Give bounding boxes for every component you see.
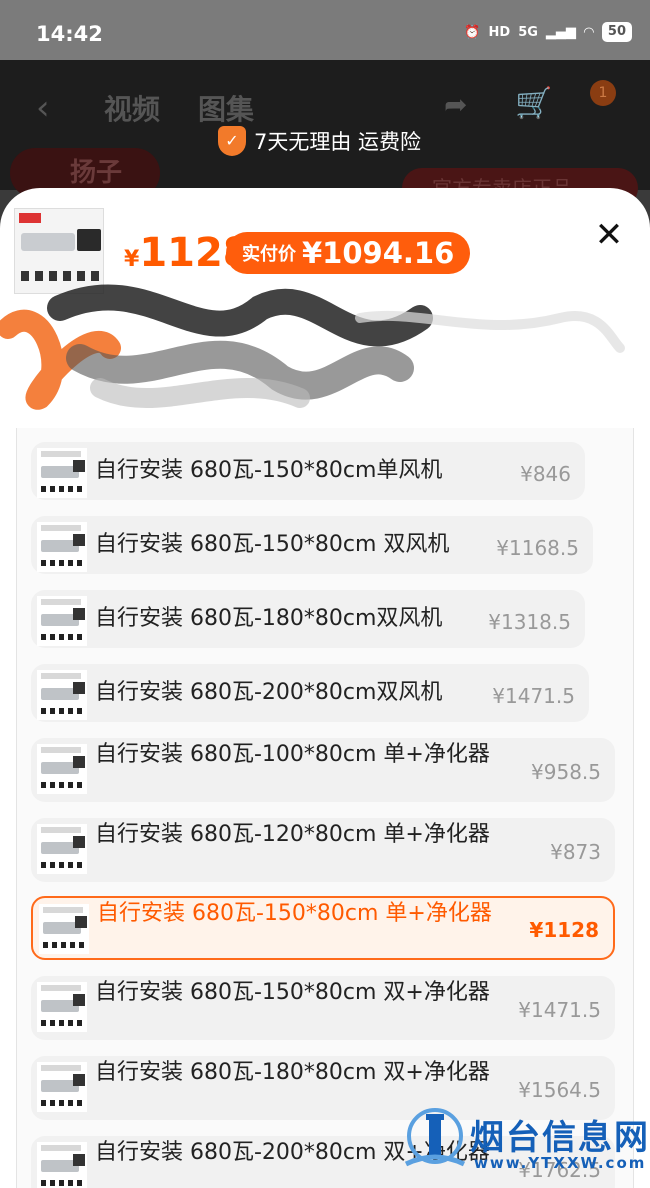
status-bar: 14:42 ⏰ HD 5G ▂▄▆ ◠ 50 — [0, 0, 650, 60]
option-label: 自行安装 680瓦-150*80cm单风机 — [95, 458, 443, 483]
watermark: 烟台信息网 www.YTXXW.com — [380, 1100, 650, 1188]
sku-option-list[interactable]: 自行安装 680瓦-150*80cm单风机 ¥846 自行安装 680瓦-150… — [16, 428, 634, 1188]
sku-option[interactable]: 自行安装 680瓦-180*80cm双风机 ¥1318.5 — [31, 590, 585, 648]
option-label: 自行安装 680瓦-180*80cm 双+净化器 — [95, 1060, 490, 1085]
paid-price-label: 实付价 — [242, 244, 296, 265]
cart-badge: 1 — [590, 80, 616, 106]
option-price: ¥873 — [550, 840, 601, 864]
sku-option-selected[interactable]: 自行安装 680瓦-150*80cm 单+净化器 ¥1128 — [31, 896, 615, 960]
background-product-page: ‹ 视频 图集 ➦ 🛒 1 ✓ 7天无理由 运费险 扬子 官方专卖店正品 — [0, 60, 650, 208]
lighthouse-logo-icon — [404, 1108, 466, 1167]
range-hood-image — [21, 233, 75, 251]
sku-option[interactable]: 自行安装 680瓦-100*80cm 单+净化器 ¥958.5 — [31, 738, 615, 802]
option-thumbnail — [37, 824, 87, 874]
watermark-title: 烟台信息网 — [470, 1118, 650, 1158]
back-icon[interactable]: ‹ — [36, 88, 50, 128]
option-price: ¥1471.5 — [518, 998, 601, 1022]
alarm-icon: ⏰ — [464, 24, 481, 40]
option-label: 自行安装 680瓦-120*80cm 单+净化器 — [95, 822, 490, 847]
insurance-text: 7天无理由 运费险 — [254, 130, 422, 154]
sku-option[interactable]: 自行安装 680瓦-150*80cm 双+净化器 ¥1471.5 — [31, 976, 615, 1040]
control-panel-image — [77, 229, 101, 251]
option-price: ¥958.5 — [531, 760, 601, 784]
insurance-banner: ✓ 7天无理由 运费险 — [218, 126, 421, 156]
watermark-url: www.YTXXW.com — [474, 1154, 647, 1172]
option-thumbnail — [37, 522, 87, 572]
tab-video[interactable]: 视频 — [104, 88, 160, 128]
option-thumbnail — [39, 904, 89, 954]
option-label: 自行安装 680瓦-100*80cm 单+净化器 — [95, 742, 490, 767]
option-thumbnail — [37, 1142, 87, 1188]
option-price: ¥846 — [520, 462, 571, 486]
cart-icon[interactable]: 🛒 — [515, 86, 552, 121]
option-thumbnail — [37, 982, 87, 1032]
option-label: 自行安装 680瓦-150*80cm 单+净化器 — [97, 901, 492, 926]
option-price: ¥1564.5 — [518, 1078, 601, 1102]
status-time: 14:42 — [36, 22, 103, 46]
option-price: ¥1168.5 — [496, 536, 579, 560]
option-label: 自行安装 680瓦-180*80cm双风机 — [95, 606, 443, 631]
paid-price-value: ¥1094.16 — [302, 236, 455, 270]
option-price: ¥1128 — [529, 918, 599, 942]
signal-icon: ▂▄▆ — [545, 24, 576, 40]
option-price: ¥1318.5 — [488, 610, 571, 634]
brand-logo — [19, 213, 41, 223]
option-thumbnail — [37, 670, 87, 720]
wifi-icon: ◠ — [583, 24, 594, 40]
option-thumbnail — [37, 1062, 87, 1112]
status-icons: ⏰ HD 5G ▂▄▆ ◠ 50 — [464, 22, 632, 42]
sku-option[interactable]: 自行安装 680瓦-150*80cm 双风机 ¥1168.5 — [31, 516, 593, 574]
shield-icon: ✓ — [218, 126, 246, 156]
close-icon[interactable]: ✕ — [592, 218, 626, 252]
option-label: 自行安装 680瓦-150*80cm 双+净化器 — [95, 980, 490, 1005]
sku-selector-sheet: ¥1128 实付价 ¥1094.16 ✕ 自行安装 680瓦-150*80cm单… — [0, 188, 650, 1188]
sku-option[interactable]: 自行安装 680瓦-200*80cm双风机 ¥1471.5 — [31, 664, 589, 722]
sku-option[interactable]: 自行安装 680瓦-150*80cm单风机 ¥846 — [31, 442, 585, 500]
sku-option[interactable]: 自行安装 680瓦-120*80cm 单+净化器 ¥873 — [31, 818, 615, 882]
option-price: ¥1471.5 — [492, 684, 575, 708]
option-thumbnail — [37, 596, 87, 646]
network-label: 5G — [518, 24, 538, 40]
option-thumbnail — [37, 744, 87, 794]
option-label: 自行安装 680瓦-200*80cm双风机 — [95, 680, 443, 705]
redaction-scribble — [0, 284, 625, 410]
option-thumbnail — [37, 448, 87, 498]
share-icon[interactable]: ➦ — [444, 88, 467, 121]
battery-icon: 50 — [601, 22, 632, 42]
tab-gallery[interactable]: 图集 — [198, 88, 254, 128]
paid-price-pill: 实付价 ¥1094.16 — [226, 232, 471, 274]
hd-icon: HD — [488, 24, 511, 40]
option-label: 自行安装 680瓦-150*80cm 双风机 — [95, 532, 450, 557]
